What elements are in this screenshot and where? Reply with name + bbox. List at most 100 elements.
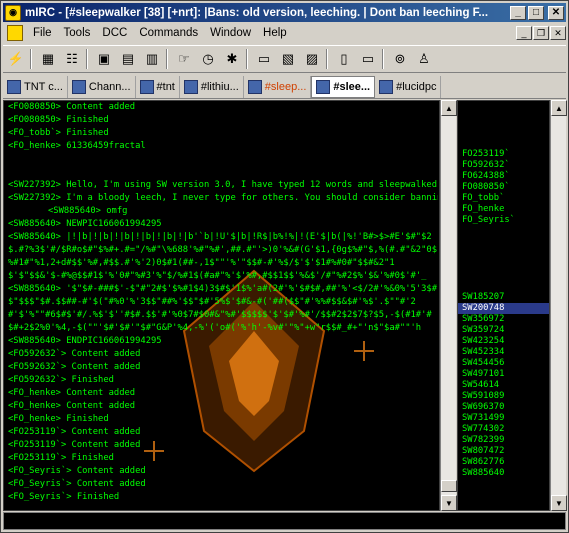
nick-item[interactable]: SW731499 [458,413,549,424]
toolbar-separator [326,49,328,69]
menu-commands[interactable]: Commands [133,27,204,39]
scroll-down-arrow-icon[interactable]: ▼ [551,495,567,511]
tab-label: #slee... [333,80,371,93]
nick-list-scrollbar[interactable]: ▲ ▼ [550,100,567,511]
nick-item[interactable]: FO_tobb` [458,193,549,204]
minimize-button[interactable]: _ [510,5,526,20]
nick-list-gap [458,226,549,292]
dcc-send-icon[interactable]: ▤ [117,48,139,70]
nick-item[interactable]: FO_henke [458,204,549,215]
mirc-app-icon: ◉ [5,4,21,21]
nick-item[interactable]: SW782399 [458,435,549,446]
scroll-up-arrow-icon[interactable]: ▲ [441,100,457,116]
chat-line: <SW885640> ENDPIC166061994295 [8,336,162,346]
received-folder-icon[interactable]: ▧ [277,48,299,70]
connect-icon[interactable]: ⚡ [5,48,27,70]
about-icon[interactable]: ♙ [413,48,435,70]
tab-channels[interactable]: Chann... [68,75,136,98]
nick-item[interactable]: FO253119` [458,149,549,160]
child-restore-button[interactable]: ❐ [533,26,549,40]
nick-item[interactable]: SW497101 [458,369,549,380]
chat-line: <SW227392> Hello, I'm using SW version 3… [8,180,438,190]
child-minimize-button[interactable]: _ [516,26,532,40]
timer-icon[interactable]: ◷ [197,48,219,70]
nick-item[interactable]: SW774302 [458,424,549,435]
chat-line: <SW885640> '$"$#-###$'-$"#"2#$'$%#1$4)3$… [8,284,437,333]
dcc-chat-icon[interactable]: ▥ [141,48,163,70]
options-icon[interactable]: ▦ [37,48,59,70]
chat-line: <FO_tobb`> Finished [8,128,109,138]
logs-icon[interactable]: ▨ [301,48,323,70]
chat-scrollbar[interactable]: ▲ ▼ [440,100,457,511]
tile-icon[interactable]: ▯ [333,48,355,70]
channels-list-icon[interactable]: ▣ [93,48,115,70]
title-bar[interactable]: ◉ mIRC - [#sleepwalker [38] [+nrt]: |Ban… [3,3,566,22]
tab-sleepwalker-2[interactable]: #slee... [311,75,376,98]
close-button[interactable]: ✕ [548,5,564,20]
nick-item[interactable]: SW807472 [458,446,549,457]
maximize-button[interactable]: □ [528,5,544,20]
message-input[interactable] [3,512,566,530]
nick-item[interactable]: SW185207 [458,292,549,303]
chat-line: <FO080850> Finished [8,115,109,125]
menu-help[interactable]: Help [257,27,293,39]
tab-label: #lithiu... [200,80,239,93]
nick-item[interactable]: SW885640 [458,468,549,479]
nick-item-selected[interactable]: SW200748 [458,303,549,314]
nick-item[interactable]: SW696370 [458,402,549,413]
channel-icon [379,79,394,94]
scroll-thumb[interactable] [441,480,457,492]
chat-line: <SW227392> I'm a bloody leech, I never t… [8,193,438,203]
nick-item[interactable]: SW54614 [458,380,549,391]
address-book-icon[interactable]: ☷ [61,48,83,70]
nick-item[interactable]: FO_Seyris` [458,215,549,226]
chat-line: <FO_Seyris`> Finished [8,492,120,502]
nick-item[interactable]: SW359724 [458,325,549,336]
chat-line-spacer [8,153,438,179]
channel-icon [183,79,198,94]
menu-tools[interactable]: Tools [58,27,97,39]
tab-tnt[interactable]: #tnt [136,75,180,98]
help-icon[interactable]: ⊚ [389,48,411,70]
colors-icon[interactable]: ✱ [221,48,243,70]
tab-status[interactable]: TNT c... [3,75,68,98]
mirc-window: ◉ mIRC - [#sleepwalker [38] [+nrt]: |Ban… [0,0,569,533]
channel-icon [139,79,154,94]
menu-file[interactable]: File [27,27,58,39]
chat-line: <FO080850> Content added [8,102,136,112]
tab-lucidpc[interactable]: #lucidpc [375,75,442,98]
scroll-up-arrow-icon[interactable]: ▲ [551,100,567,116]
tab-sleepwalker-1[interactable]: #sleep... [244,75,312,98]
nick-item[interactable]: SW423254 [458,336,549,347]
cascade-icon[interactable]: ▭ [357,48,379,70]
nick-item[interactable]: SW454456 [458,358,549,369]
chat-window[interactable]: <FO080850> Content added <FO080850> Fini… [3,100,440,511]
notify-icon[interactable]: ☞ [173,48,195,70]
nick-item[interactable]: SW356972 [458,314,549,325]
child-close-button[interactable]: ✕ [550,26,566,40]
nick-list[interactable]: FO253119` FO592632` FO624388` FO080850` … [457,100,550,511]
nick-item[interactable]: SW862776 [458,457,549,468]
chat-lines: <FO080850> Content added <FO080850> Fini… [8,101,438,504]
chat-line: <FO253119`> Content added [8,427,141,437]
nick-item[interactable]: FO592632` [458,160,549,171]
chat-line: <SW885640> |!|b|!|b|!|b|!|b|!|b|!|b'`b|!… [8,232,437,281]
chat-line: <FO_Seyris`> Content added [8,479,146,489]
chat-line: <FO253119`> Content added [8,440,141,450]
menu-bar: File Tools DCC Commands Window Help _ ❐ … [3,23,566,43]
switchbar: TNT c... Chann... #tnt #lithiu... #sleep… [3,75,566,99]
nick-item[interactable]: FO080850` [458,182,549,193]
nick-item[interactable]: SW591089 [458,391,549,402]
chat-line: <FO_henke> Finished [8,414,109,424]
menu-dcc[interactable]: DCC [96,27,133,39]
nick-item[interactable]: FO624388` [458,171,549,182]
channel-icon [247,79,262,94]
menu-window[interactable]: Window [204,27,257,39]
url-list-icon[interactable]: ▭ [253,48,275,70]
window-title: mIRC - [#sleepwalker [38] [+nrt]: |Bans:… [25,6,489,19]
chat-line: <FO592632`> Content added [8,362,141,372]
channel-window-icon[interactable] [7,25,23,41]
scroll-down-arrow-icon[interactable]: ▼ [441,495,457,511]
tab-lithium[interactable]: #lithiu... [180,75,244,98]
nick-item[interactable]: SW452334 [458,347,549,358]
